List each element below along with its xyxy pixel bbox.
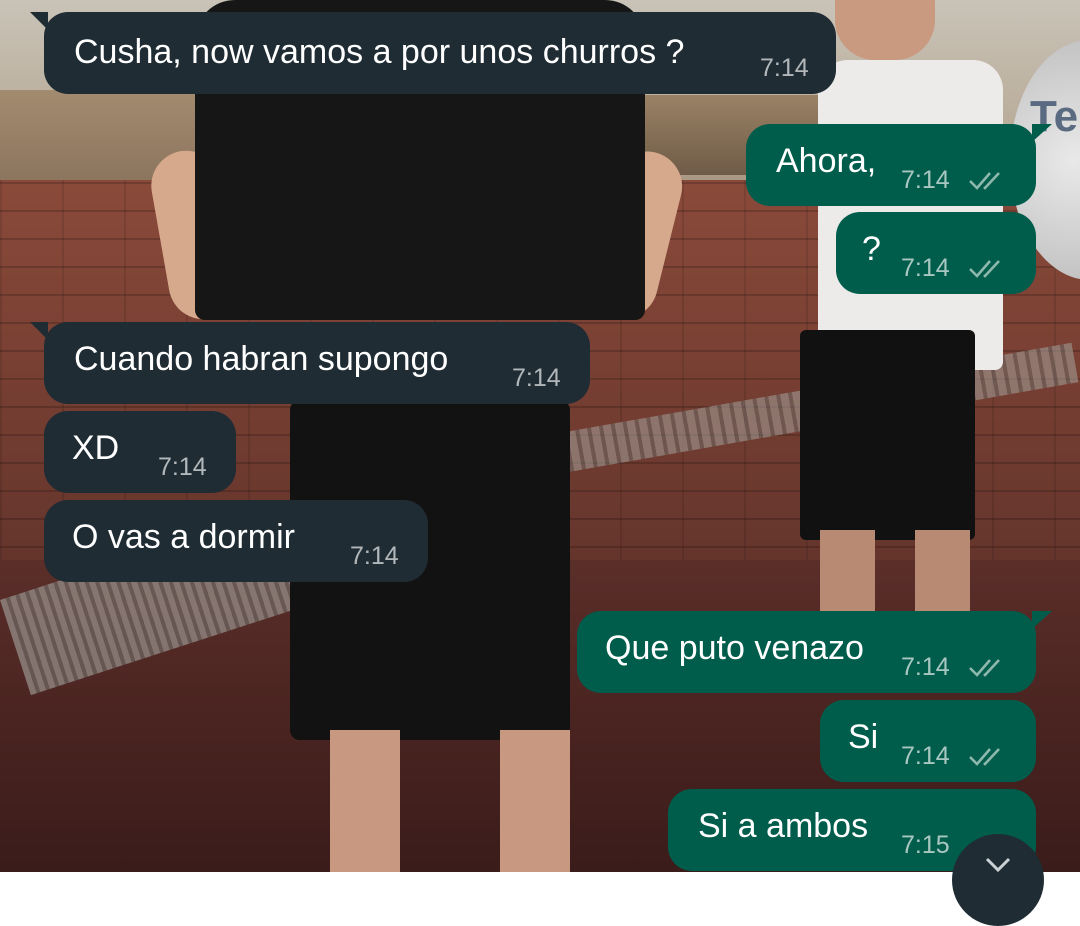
message-time: 7:14: [760, 54, 809, 82]
double-check-icon: [968, 744, 1010, 768]
double-check-icon: [968, 655, 1010, 679]
message-time: 7:14: [901, 742, 950, 770]
message-outgoing[interactable]: Que puto venazo 7:14: [577, 611, 1052, 693]
message-text: Cuando habran supongo: [74, 340, 449, 378]
message-time: 7:14: [901, 653, 950, 681]
message-text: Ahora,: [776, 142, 877, 180]
message-time: 7:15: [901, 831, 950, 859]
message-text: Si: [848, 718, 879, 756]
message-time: 7:14: [158, 453, 207, 481]
message-text: O vas a dormir: [72, 518, 295, 556]
message-text: Que puto venazo: [605, 629, 864, 667]
message-text: XD: [72, 429, 120, 467]
double-check-icon: [968, 168, 1010, 192]
message-incoming[interactable]: O vas a dormir 7:14: [44, 500, 428, 582]
message-outgoing[interactable]: Ahora, 7:14: [746, 124, 1052, 206]
message-text: Cusha, now vamos a por unos churros ?: [74, 33, 685, 71]
message-time: 7:14: [901, 166, 950, 194]
double-check-icon: [968, 256, 1010, 280]
message-time: 7:14: [512, 364, 561, 392]
message-outgoing[interactable]: ? 7:14: [836, 212, 1036, 294]
message-text: ?: [862, 230, 881, 268]
chevron-down-icon: [985, 857, 1011, 873]
message-text: Si a ambos: [698, 807, 869, 845]
scroll-to-bottom-button[interactable]: [952, 834, 1044, 926]
message-incoming[interactable]: Cusha, now vamos a por unos churros ? 7:…: [30, 12, 836, 94]
message-time: 7:14: [901, 254, 950, 282]
message-time: 7:14: [350, 542, 399, 570]
message-incoming[interactable]: Cuando habran supongo 7:14: [30, 322, 590, 404]
message-outgoing[interactable]: Si 7:14: [820, 700, 1036, 782]
message-incoming[interactable]: XD 7:14: [44, 411, 236, 493]
